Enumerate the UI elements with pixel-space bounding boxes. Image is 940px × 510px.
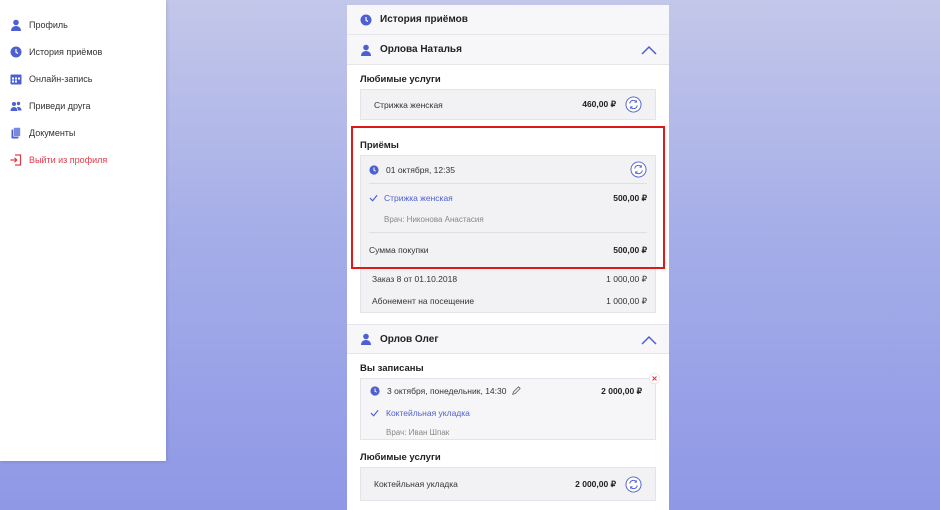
user-icon (360, 333, 372, 345)
sidebar-item-label: Документы (29, 127, 76, 138)
sidebar-item-invite-friend[interactable]: Приведи друга (0, 92, 166, 119)
person-header-natalya[interactable]: Орлова Наталья (347, 35, 669, 65)
booking-card: 3 октября, понедельник, 14:30 2 000,00 ₽… (360, 373, 660, 440)
orders-card: Заказ 8 от 01.10.2018 1 000,00 ₽ Абонеме… (360, 268, 656, 313)
favorites-title: Любимые услуги (360, 452, 441, 463)
list-item: Заказ 8 от 01.10.2018 1 000,00 ₽ (372, 273, 647, 285)
person-name: Орлов Олег (380, 333, 439, 345)
chevron-up-icon[interactable] (641, 44, 657, 56)
user-icon (360, 44, 372, 56)
chevron-up-icon[interactable] (641, 334, 657, 346)
check-icon (370, 409, 379, 417)
page-title: История приёмов (380, 14, 468, 25)
clock-icon (370, 386, 380, 396)
favorite-service-name: Коктейльная укладка (374, 479, 458, 489)
pencil-icon[interactable] (511, 386, 522, 396)
sidebar: Профиль История приёмов Онлайн-запись Пр… (0, 0, 166, 461)
booking-doctor: Врач: Иван Шпак (386, 428, 450, 437)
visit-card: 01 октября, 12:35 Стрижка женская 500,00… (360, 155, 656, 268)
booked-title: Вы записаны (360, 363, 424, 374)
repeat-icon[interactable] (625, 96, 642, 113)
sidebar-item-documents[interactable]: Документы (0, 119, 166, 146)
visits-title: Приёмы (360, 140, 399, 151)
page-header: История приёмов (347, 5, 669, 35)
history-panel: История приёмов Орлова Наталья Любимые у… (347, 5, 669, 510)
close-icon[interactable] (649, 373, 660, 384)
repeat-icon[interactable] (630, 161, 647, 178)
user-icon (10, 19, 22, 31)
favorite-service-card: Коктейльная укладка 2 000,00 ₽ (360, 467, 656, 501)
sidebar-item-history[interactable]: История приёмов (0, 38, 166, 65)
favorites-title: Любимые услуги (360, 74, 441, 85)
booking-service-link[interactable]: Коктейльная укладка (386, 408, 470, 418)
calendar-icon (10, 73, 22, 85)
favorite-service-name: Стрижка женская (374, 99, 443, 110)
clock-icon (369, 164, 379, 175)
sidebar-item-label: Профиль (29, 19, 68, 30)
favorite-service-price: 2 000,00 ₽ (575, 478, 616, 489)
booking-date: 3 октября, понедельник, 14:30 (387, 386, 507, 396)
documents-icon (10, 126, 22, 139)
favorite-service-card: Стрижка женская 460,00 ₽ (360, 89, 656, 120)
repeat-icon[interactable] (625, 475, 642, 493)
booking-price: 2 000,00 ₽ (601, 385, 642, 396)
users-icon (10, 100, 22, 112)
visit-doctor: Врач: Никонова Анастасия (384, 215, 484, 224)
clock-icon (10, 46, 22, 58)
favorite-service-price: 460,00 ₽ (582, 99, 616, 109)
visit-service-link[interactable]: Стрижка женская (384, 193, 453, 203)
visit-total-label: Сумма покупки (369, 245, 429, 255)
sidebar-item-label: Выйти из профиля (29, 154, 108, 165)
person-name: Орлова Наталья (380, 44, 462, 55)
sidebar-item-online-booking[interactable]: Онлайн-запись (0, 65, 166, 92)
visit-total-price: 500,00 ₽ (613, 244, 647, 255)
sidebar-item-label: История приёмов (29, 46, 103, 57)
check-icon (369, 194, 378, 202)
sidebar-item-label: Приведи друга (29, 100, 91, 111)
visit-service-price: 500,00 ₽ (613, 192, 647, 203)
person-header-oleg[interactable]: Орлов Олег (347, 324, 669, 354)
sidebar-item-label: Онлайн-запись (29, 73, 93, 84)
list-item: Абонемент на посещение 1 000,00 ₽ (372, 295, 647, 307)
sidebar-item-logout[interactable]: Выйти из профиля (0, 146, 166, 173)
visit-date: 01 октября, 12:35 (386, 164, 455, 175)
logout-icon (10, 153, 22, 166)
sidebar-item-profile[interactable]: Профиль (0, 11, 166, 38)
clock-icon (360, 14, 372, 26)
